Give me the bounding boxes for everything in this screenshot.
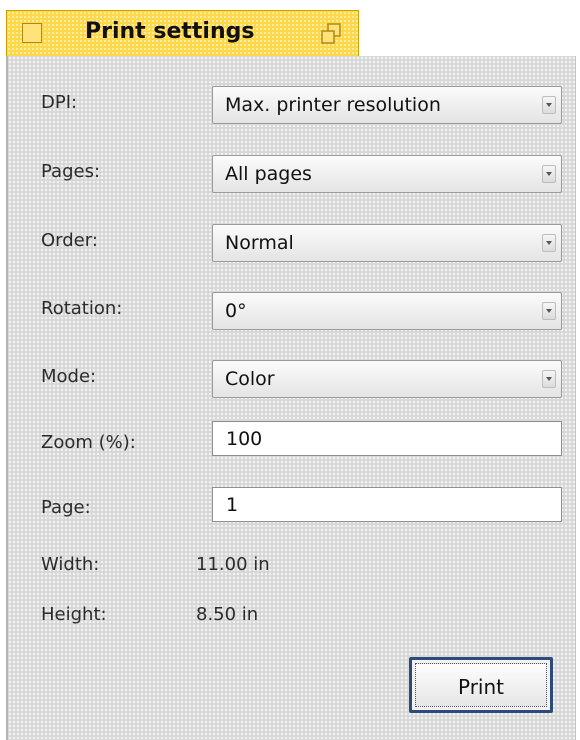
print-button-label: Print bbox=[457, 675, 504, 699]
zoom-input[interactable]: 100 bbox=[212, 421, 562, 456]
order-label: Order: bbox=[41, 230, 98, 251]
page-input-value: 1 bbox=[226, 494, 239, 516]
width-value: 11.00 in bbox=[196, 554, 270, 575]
print-settings-window: Print settings DPI: Max. printer resolut… bbox=[0, 0, 580, 740]
height-label: Height: bbox=[41, 604, 107, 625]
settings-panel: DPI: Max. printer resolution Pages: All … bbox=[6, 56, 576, 740]
width-label: Width: bbox=[41, 554, 100, 575]
zoom-window-icon[interactable] bbox=[320, 23, 342, 45]
dpi-select-value: Max. printer resolution bbox=[225, 94, 441, 116]
print-button[interactable]: Print bbox=[409, 657, 553, 713]
zoom-input-value: 100 bbox=[226, 428, 263, 450]
dpi-select[interactable]: Max. printer resolution bbox=[212, 86, 562, 124]
pages-label: Pages: bbox=[41, 161, 101, 182]
pages-select[interactable]: All pages bbox=[212, 155, 562, 193]
page-label: Page: bbox=[41, 497, 91, 518]
close-box-icon[interactable] bbox=[22, 23, 42, 43]
dropdown-arrow-icon[interactable] bbox=[542, 96, 556, 114]
dropdown-arrow-icon[interactable] bbox=[542, 234, 556, 252]
pages-select-value: All pages bbox=[225, 163, 312, 185]
mode-select-value: Color bbox=[225, 368, 275, 390]
dropdown-arrow-icon[interactable] bbox=[542, 165, 556, 183]
dropdown-arrow-icon[interactable] bbox=[542, 370, 556, 388]
dpi-label: DPI: bbox=[41, 92, 78, 113]
page-input[interactable]: 1 bbox=[212, 487, 562, 522]
height-value: 8.50 in bbox=[196, 604, 259, 625]
order-select[interactable]: Normal bbox=[212, 224, 562, 262]
mode-select[interactable]: Color bbox=[212, 360, 562, 398]
mode-label: Mode: bbox=[41, 366, 97, 387]
dropdown-arrow-icon[interactable] bbox=[542, 302, 556, 320]
order-select-value: Normal bbox=[225, 232, 294, 254]
window-tab[interactable]: Print settings bbox=[6, 10, 359, 57]
window-title: Print settings bbox=[85, 19, 255, 44]
print-button-focus-ring: Print bbox=[415, 663, 547, 707]
rotation-label: Rotation: bbox=[41, 298, 123, 319]
rotation-select-value: 0° bbox=[225, 300, 247, 322]
rotation-select[interactable]: 0° bbox=[212, 292, 562, 330]
zoom-label: Zoom (%): bbox=[41, 432, 136, 453]
